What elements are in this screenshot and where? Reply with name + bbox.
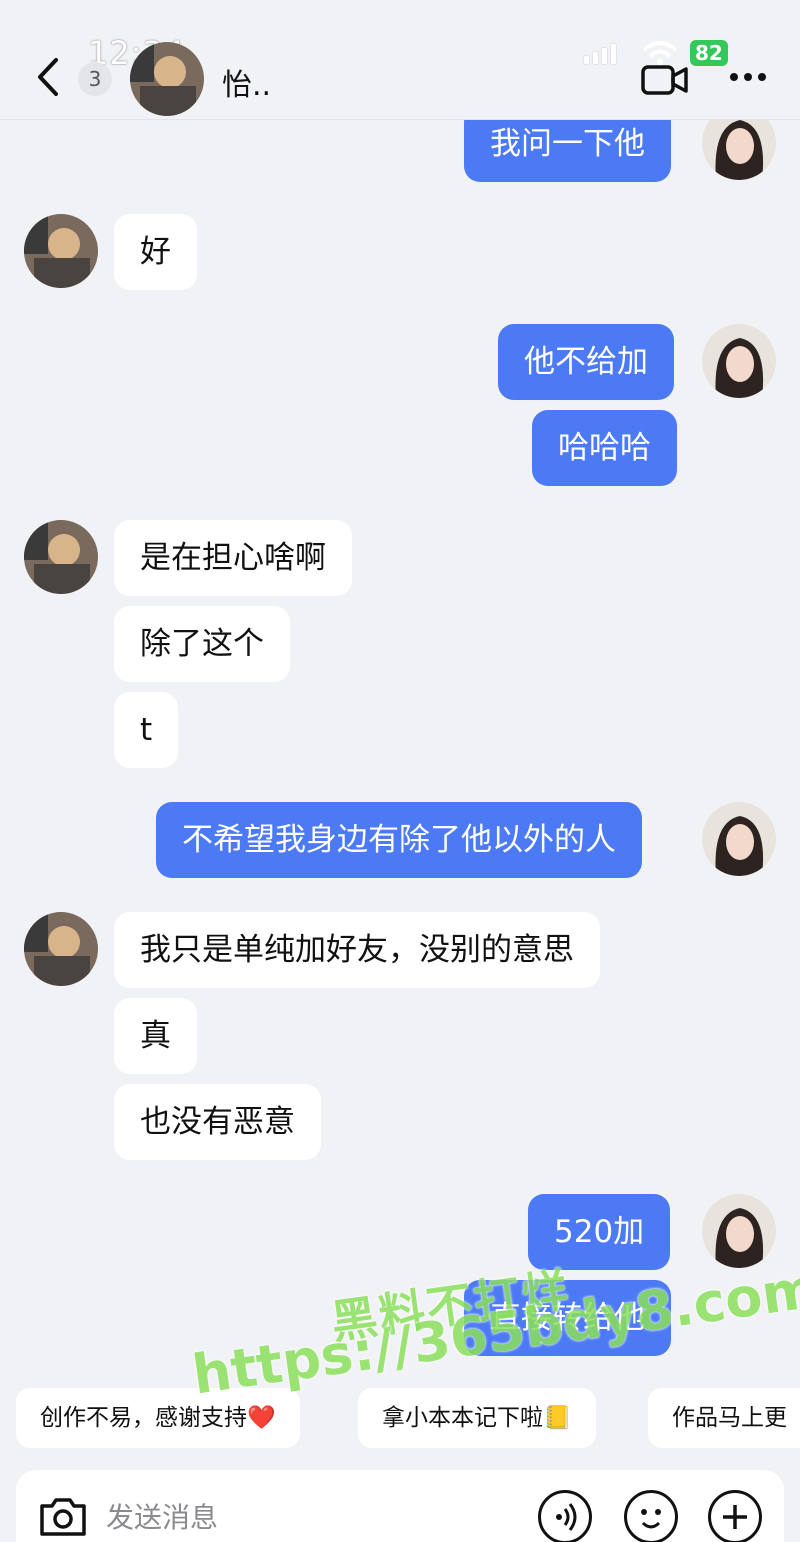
incoming-message[interactable]: 我只是单纯加好友，没别的意思 <box>114 912 600 988</box>
my-avatar[interactable] <box>702 324 776 398</box>
voice-icon[interactable] <box>538 1490 592 1542</box>
contact-message-avatar[interactable] <box>24 520 98 594</box>
chat-header: 12:34 82 3 怡.. <box>0 0 800 120</box>
contact-name[interactable]: 怡.. <box>222 60 271 104</box>
outgoing-message[interactable]: 不希望我身边有除了他以外的人 <box>156 802 642 878</box>
outgoing-message[interactable]: 他不给加 <box>498 324 674 400</box>
camera-icon[interactable] <box>36 1490 90 1542</box>
plus-icon[interactable] <box>708 1490 762 1542</box>
incoming-message[interactable]: 真 <box>114 998 197 1074</box>
incoming-message[interactable]: 是在担心啥啊 <box>114 520 352 596</box>
quick-reply-chip[interactable]: 拿小本本记下啦📒 <box>358 1388 596 1448</box>
incoming-message[interactable]: 也没有恶意 <box>114 1084 321 1160</box>
quick-reply-chip[interactable]: 作品马上更 <box>648 1388 800 1448</box>
more-icon[interactable] <box>728 62 768 92</box>
incoming-message[interactable]: t <box>114 692 179 768</box>
signal-icon <box>584 42 616 64</box>
battery-indicator: 82 <box>690 40 728 66</box>
incoming-message[interactable]: 除了这个 <box>114 606 290 682</box>
message-input[interactable]: 发送消息 <box>106 1496 218 1536</box>
my-avatar[interactable] <box>702 1194 776 1268</box>
back-icon[interactable] <box>28 52 68 102</box>
contact-message-avatar[interactable] <box>24 214 98 288</box>
contact-message-avatar[interactable] <box>24 912 98 986</box>
unread-count-badge[interactable]: 3 <box>78 62 112 96</box>
incoming-message[interactable]: 好 <box>114 214 197 290</box>
message-input-bar: 发送消息 <box>16 1470 784 1542</box>
emoji-icon[interactable] <box>624 1490 678 1542</box>
my-avatar[interactable] <box>702 802 776 876</box>
video-call-icon[interactable] <box>640 62 690 98</box>
outgoing-message[interactable]: 哈哈哈 <box>532 410 677 486</box>
contact-avatar[interactable] <box>130 42 204 116</box>
